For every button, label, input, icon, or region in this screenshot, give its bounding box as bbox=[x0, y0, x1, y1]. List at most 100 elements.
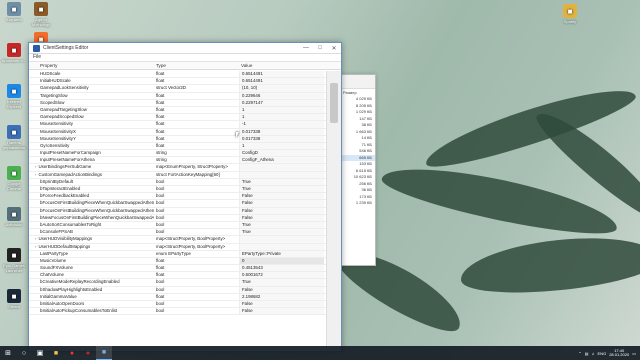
property-row[interactable]: GamepadScopedSlow float 1 bbox=[29, 114, 327, 122]
desktop-icon[interactable]: ■ Google Chrome bbox=[1, 166, 27, 191]
vertical-scrollbar[interactable] bbox=[326, 71, 341, 351]
property-value[interactable]: -1 bbox=[239, 121, 324, 128]
maximize-button[interactable]: □ bbox=[313, 45, 327, 51]
column-header-value[interactable]: Value bbox=[239, 62, 324, 69]
property-row[interactable]: CustomGamepadActionBindingsstruct FortAc… bbox=[29, 171, 327, 179]
property-value[interactable]: False bbox=[239, 207, 324, 214]
desktop-icon[interactable]: ■ Кристалл и... bbox=[1, 43, 27, 63]
property-row[interactable]: ChatVolume float 0.5001672 bbox=[29, 272, 327, 280]
desktop-icon[interactable]: ■ Steam bbox=[1, 289, 27, 309]
tray-chevron-icon[interactable]: ⌃ bbox=[578, 351, 581, 356]
property-value[interactable]: True bbox=[239, 186, 324, 193]
property-row[interactable]: MouseSensitivityX float 0.017338 bbox=[29, 128, 327, 136]
property-value[interactable]: False bbox=[239, 200, 324, 207]
property-value[interactable]: False bbox=[239, 193, 324, 200]
desktop-icon[interactable]: ■ Epic Games Launcher bbox=[1, 248, 27, 273]
explorer-window[interactable]: Размер 4 029 КБ 8 205 КБ 1 029 КБ 147 КБ 38 … bbox=[340, 74, 376, 266]
task-view-icon[interactable]: ▣ bbox=[32, 346, 48, 360]
property-value[interactable]: False bbox=[239, 308, 324, 315]
property-row[interactable]: InputPresetNameForCampaign string ConfigD bbox=[29, 150, 327, 158]
property-value[interactable]: 0.229646 bbox=[239, 92, 324, 99]
desktop-icon[interactable]: ■ Панель управления bbox=[1, 125, 27, 150]
property-row[interactable]: bAutoSortConsumablesToRight bool True bbox=[29, 221, 327, 230]
property-row[interactable]: bNewFocusOnFirstBuildingPieceWhenQuickba… bbox=[29, 214, 327, 222]
property-row[interactable]: bForceFeedbackEnabled bool False bbox=[29, 193, 327, 201]
property-row[interactable]: bShadowPlayHighlightsEnabled bool False bbox=[29, 286, 327, 294]
property-value[interactable]: 0.5001672 bbox=[239, 272, 324, 279]
property-value[interactable] bbox=[239, 164, 324, 171]
property-value[interactable] bbox=[239, 171, 324, 178]
language-indicator[interactable]: ENG bbox=[598, 351, 607, 356]
property-value[interactable]: True bbox=[239, 178, 324, 185]
volume-icon[interactable]: ♫ bbox=[592, 351, 595, 356]
property-row[interactable]: bInitialAutoPickupConsumablesToEnlist boo… bbox=[29, 308, 327, 316]
property-value[interactable]: 0.017338 bbox=[239, 135, 324, 142]
property-value[interactable]: 1 bbox=[239, 114, 324, 121]
property-row[interactable]: GyroSensitivity float 1 bbox=[29, 142, 327, 151]
property-row[interactable]: InitialHUDScale float 0.6514491 bbox=[29, 78, 327, 86]
minimize-button[interactable]: — bbox=[299, 45, 313, 51]
editor-taskbar-icon[interactable]: ■ bbox=[96, 346, 112, 360]
scrollbar-thumb[interactable] bbox=[330, 83, 338, 123]
property-row[interactable]: MouseSensitivityY float 0.017338 bbox=[29, 135, 327, 143]
property-value[interactable]: False bbox=[239, 214, 324, 221]
property-value[interactable]: 0.2297147 bbox=[239, 99, 324, 106]
property-value[interactable]: True bbox=[239, 229, 324, 236]
property-value[interactable]: ConfigD bbox=[239, 150, 324, 157]
file-size-cell[interactable]: 1 239 КБ bbox=[341, 200, 375, 207]
file-explorer-icon[interactable]: ■ bbox=[48, 346, 64, 360]
property-value[interactable]: 2.198682 bbox=[239, 293, 324, 300]
property-value[interactable]: False bbox=[239, 286, 324, 293]
property-row[interactable]: LastPartyType enum EPartyType EPartyType::… bbox=[29, 250, 327, 258]
network-icon[interactable]: ▤ bbox=[585, 351, 589, 356]
notifications-icon[interactable]: ▭ bbox=[632, 351, 636, 356]
property-row[interactable]: bCreativeModeReplayRecordingEnabled bool T… bbox=[29, 279, 327, 287]
property-value[interactable]: 0.017338 bbox=[239, 128, 324, 135]
menu-file[interactable]: File bbox=[33, 54, 41, 60]
property-value[interactable]: ConfigF_Athena bbox=[239, 157, 324, 164]
property-row[interactable]: bFocusOnFirstBuildingPieceWhenQuickbarSw… bbox=[29, 207, 327, 215]
desktop-icon[interactable]: ■ Internet Explorer bbox=[1, 84, 27, 109]
property-row[interactable]: TargetingSlow float 0.229646 bbox=[29, 92, 327, 100]
property-value[interactable]: EPartyType::Private bbox=[239, 250, 324, 257]
title-bar[interactable]: ClientSettings Editor — □ ✕ bbox=[29, 43, 341, 54]
desktop-icon[interactable]: ■Spotify bbox=[557, 4, 583, 24]
property-value[interactable]: 0.6514491 bbox=[239, 71, 324, 78]
property-row[interactable]: HUDScale float 0.6514491 bbox=[29, 71, 327, 79]
property-row[interactable]: bTapInteractEnabled bool True bbox=[29, 186, 327, 194]
property-row[interactable]: MusicVolume float 0 bbox=[29, 257, 327, 266]
property-value[interactable]: 0.6514491 bbox=[239, 78, 324, 85]
desktop-icon[interactable]: ■Age of Mythology bbox=[28, 2, 54, 27]
client-settings-editor-window[interactable]: ClientSettings Editor — □ ✕ File Propert… bbox=[28, 42, 342, 352]
property-value[interactable]: 0.4513543 bbox=[239, 265, 324, 272]
property-value[interactable]: False bbox=[239, 301, 324, 308]
desktop-icon[interactable]: ■ Корзина bbox=[1, 2, 27, 22]
property-row[interactable]: bSprintByDefault bool True bbox=[29, 178, 327, 186]
column-header-type[interactable]: Type bbox=[154, 62, 239, 69]
property-row[interactable]: InputPresetNameForAthena string ConfigF_At… bbox=[29, 157, 327, 165]
app-taskbar-icon[interactable]: ● bbox=[80, 346, 96, 360]
close-button[interactable]: ✕ bbox=[327, 45, 341, 52]
column-header-property[interactable]: Property bbox=[29, 62, 154, 69]
property-value[interactable]: True bbox=[239, 221, 324, 229]
property-row[interactable]: MouseSensitivity float -1 bbox=[29, 121, 327, 129]
property-row[interactable]: bInitialAutoOpenDoors bool False bbox=[29, 301, 327, 309]
property-value[interactable] bbox=[239, 236, 324, 243]
property-row[interactable]: UserHUDVisibilityMappingsmap<StructPrope… bbox=[29, 236, 327, 244]
chrome-taskbar-icon[interactable]: ● bbox=[64, 346, 80, 360]
property-row[interactable]: bConsoleFPSAB bool True bbox=[29, 229, 327, 237]
property-value[interactable]: 1 bbox=[239, 106, 324, 114]
property-row[interactable]: UserHUDDefaultMappingsmap<StructProperty… bbox=[29, 243, 327, 251]
property-value[interactable]: True bbox=[239, 279, 324, 286]
property-value[interactable]: 0 bbox=[239, 257, 324, 265]
property-row[interactable]: bFocusOnFirstBuildingPieceWhenQuickbarSw… bbox=[29, 200, 327, 208]
property-row[interactable]: InitialGammaValue float 2.198682 bbox=[29, 293, 327, 301]
property-row[interactable]: GamepadTargetingSlow float 1 bbox=[29, 106, 327, 115]
start-button[interactable]: ⊞ bbox=[0, 346, 16, 360]
explorer-size-header[interactable]: Размер bbox=[341, 89, 375, 96]
property-row[interactable]: UserBindingsPerSubGamemap<EnumProperty, … bbox=[29, 164, 327, 172]
clock[interactable]: 17:40 28.01.2020 bbox=[609, 348, 629, 358]
property-value[interactable] bbox=[239, 243, 324, 250]
desktop-icon[interactable]: ■ Activision bbox=[1, 207, 27, 227]
property-value[interactable]: 1 bbox=[239, 142, 324, 150]
